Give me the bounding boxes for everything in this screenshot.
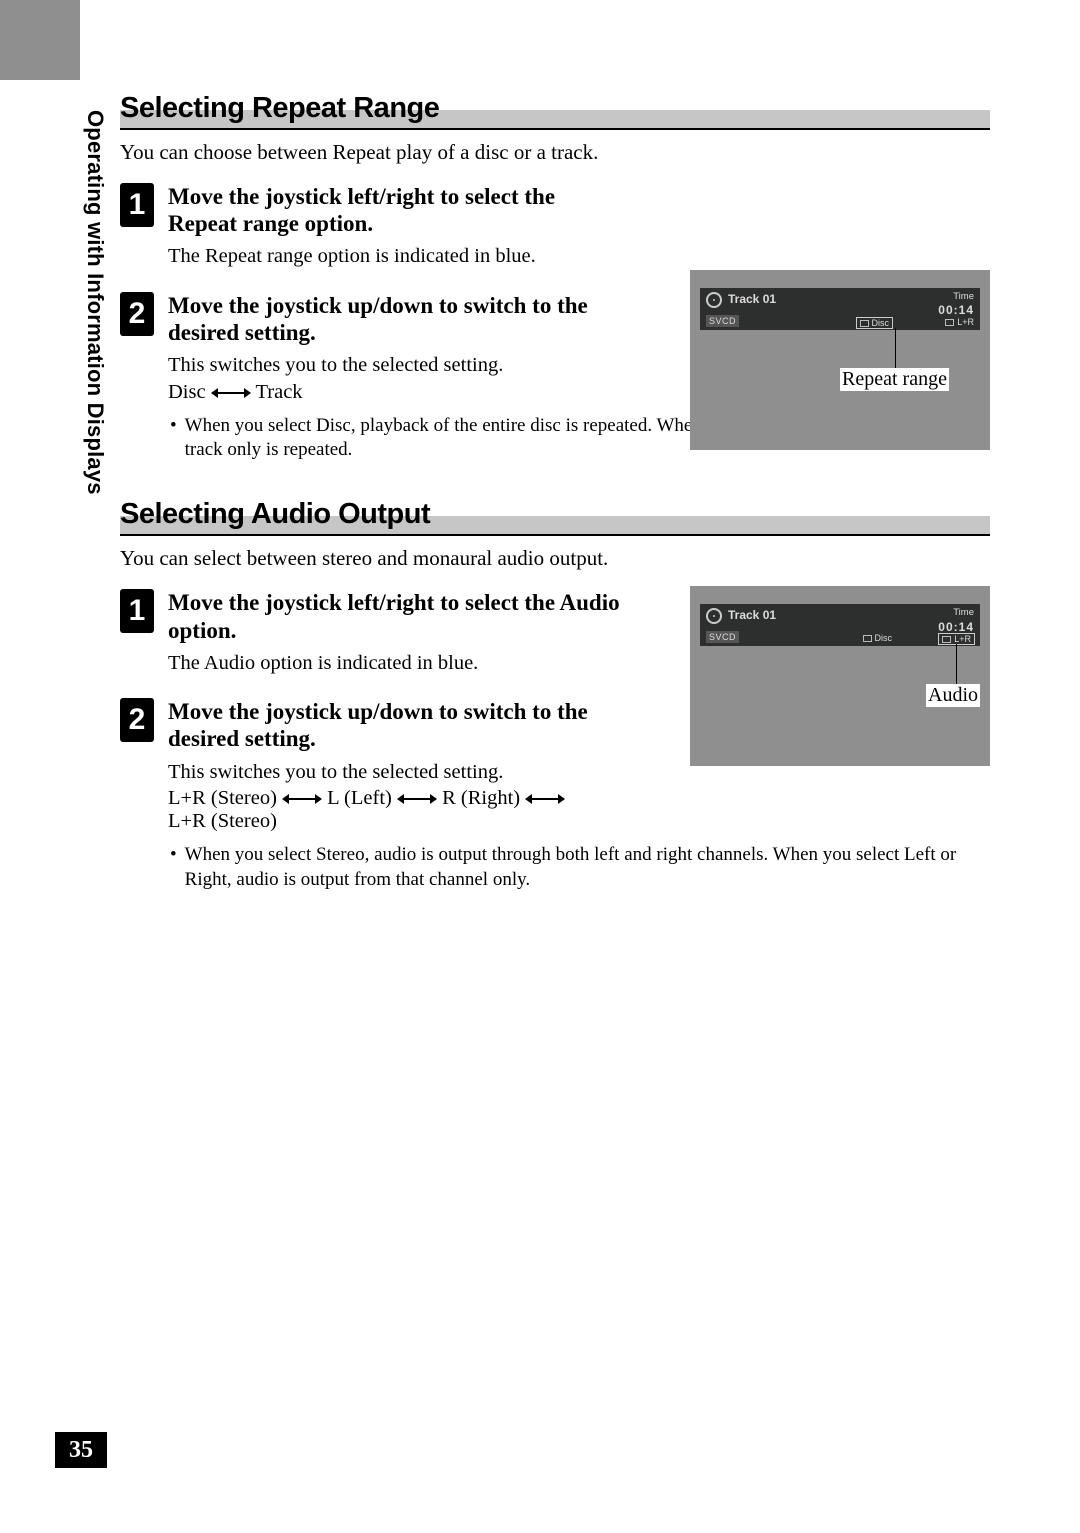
osd-disc-type: SVCD <box>706 315 739 327</box>
cycle-options: L+R (Stereo) L (Left) R (Right) L+R (Ste… <box>168 787 628 833</box>
section-intro: You can choose between Repeat play of a … <box>120 140 990 165</box>
speaker-icon <box>945 319 954 326</box>
osd-track-name: Track 01 <box>728 608 776 622</box>
speaker-icon <box>942 636 951 643</box>
step-1: 1 Move the joystick left/right to select… <box>120 183 990 270</box>
section-heading-repeat: Selecting Repeat Range <box>120 92 990 130</box>
osd-audio-field: L+R <box>939 634 974 644</box>
osd-disc-type: SVCD <box>706 631 739 643</box>
osd-time: Time00:14 <box>938 291 974 319</box>
illustration-repeat-range: Track 01 SVCD Disc L+R Time00:14 Repeat … <box>690 270 990 450</box>
illustration-audio: Track 01 SVCD Disc L+R Time00:14 Audio <box>690 586 990 766</box>
osd-repeat-field: Disc <box>857 318 893 328</box>
chapter-side-label: Operating with Information Displays <box>82 110 108 495</box>
step-desc: This switches you to the selected settin… <box>168 352 628 379</box>
section-heading-audio: Selecting Audio Output <box>120 498 990 536</box>
disc-icon <box>706 608 722 624</box>
double-arrow-icon <box>525 793 565 805</box>
disc-icon <box>706 292 722 308</box>
repeat-icon <box>860 320 869 327</box>
step-title: Move the joystick left/right to select t… <box>168 183 628 237</box>
step-desc: The Audio option is indicated in blue. <box>168 650 628 677</box>
callout-line <box>895 328 896 368</box>
osd-track-name: Track 01 <box>728 292 776 306</box>
step-title: Move the joystick left/right to select t… <box>168 589 628 643</box>
osd-bar: Track 01 SVCD Disc L+R Time00:14 <box>700 604 980 646</box>
step-desc: This switches you to the selected settin… <box>168 759 628 786</box>
step-number: 1 <box>120 183 154 227</box>
osd-time: Time00:14 <box>938 607 974 635</box>
double-arrow-icon <box>282 793 322 805</box>
callout-label-repeat: Repeat range <box>840 368 949 391</box>
step-number: 1 <box>120 589 154 633</box>
callout-label-audio: Audio <box>926 684 980 707</box>
section-heading-wrap: Selecting Audio Output <box>120 498 990 536</box>
section-intro: You can select between stereo and monaur… <box>120 546 990 571</box>
page-number: 35 <box>55 1432 107 1468</box>
step-desc: The Repeat range option is indicated in … <box>168 243 628 270</box>
cycle-options: Disc Track <box>168 381 628 404</box>
step-title: Move the joystick up/down to switch to t… <box>168 698 628 752</box>
osd-repeat-field: Disc <box>863 633 893 643</box>
repeat-icon <box>863 635 872 642</box>
page-content: Selecting Repeat Range You can choose be… <box>120 92 990 892</box>
step-title: Move the joystick up/down to switch to t… <box>168 292 628 346</box>
section-heading-wrap: Selecting Repeat Range <box>120 92 990 130</box>
double-arrow-icon <box>397 793 437 805</box>
osd-bar: Track 01 SVCD Disc L+R Time00:14 <box>700 288 980 330</box>
page-corner-tab <box>0 0 80 80</box>
callout-line <box>956 644 957 684</box>
step-number: 2 <box>120 292 154 336</box>
note-bullet: • When you select Stereo, audio is outpu… <box>120 843 990 892</box>
step-number: 2 <box>120 698 154 742</box>
double-arrow-icon <box>211 387 251 399</box>
